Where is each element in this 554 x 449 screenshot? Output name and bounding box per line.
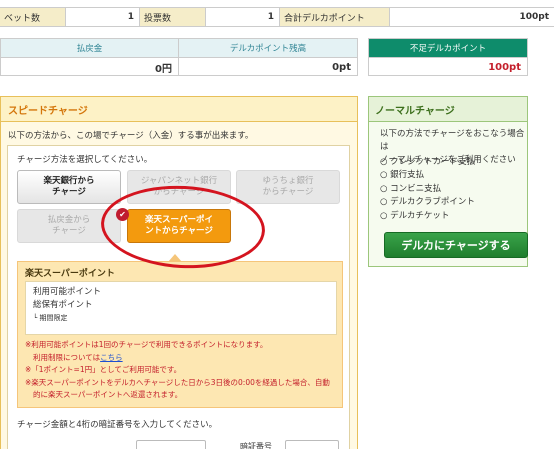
note-1: ※利用可能ポイントは1回のチャージで利用できるポイントになります。 bbox=[25, 340, 268, 349]
list-item: クレジットカード支払 bbox=[380, 156, 475, 169]
charge-amount-input[interactable] bbox=[136, 440, 206, 449]
normal-charge-panel: ノーマルチャージ 以下の方法でチャージをおこなう場合は ノーマルチャージをご利用… bbox=[368, 96, 528, 267]
normal-method-list: クレジットカード支払 銀行支払 コンビニ支払 デルカクラブポイント デルカチケッ… bbox=[380, 156, 475, 223]
amount-instruction: チャージ金額と4桁の暗証番号を入力してください。 bbox=[17, 420, 218, 430]
note-3: ※「1ポイント=1円」としてご利用可能です。 bbox=[25, 365, 182, 375]
rakuten-bank-charge-button[interactable]: 楽天銀行から チャージ bbox=[17, 170, 121, 204]
total-points-label: 合計デルカポイント bbox=[280, 8, 390, 26]
list-item: デルカチケット bbox=[380, 210, 475, 223]
total-held-points-label: 総保有ポイント bbox=[33, 300, 93, 310]
total-points-value: 100pt bbox=[519, 12, 549, 22]
summary-row: ベット数 1 投票数 1 合計デルカポイント 100pt bbox=[0, 7, 554, 27]
normal-desc-line-1: 以下の方法でチャージをおこなう場合は bbox=[380, 129, 525, 152]
normal-charge-title: ノーマルチャージ bbox=[369, 97, 527, 122]
refund-label: 払戻金 bbox=[1, 39, 178, 57]
point-info-box: 利用可能ポイント 総保有ポイント └ 期間限定 bbox=[25, 281, 337, 335]
note-5: 的に楽天スーパーポイントへ返還されます。 bbox=[33, 390, 183, 400]
limited-points-label: └ 期間限定 bbox=[33, 314, 68, 322]
restriction-link[interactable]: こちら bbox=[100, 353, 123, 362]
available-points-label: 利用可能ポイント bbox=[33, 287, 102, 297]
speed-charge-title: スピードチャージ bbox=[1, 97, 357, 122]
shortage-label: 不足デルカポイント bbox=[369, 39, 527, 57]
shortage-panel: 不足デルカポイント 100pt bbox=[368, 38, 528, 76]
list-item: 銀行支払 bbox=[380, 169, 475, 182]
rakuten-point-details: 楽天スーパーポイント 利用可能ポイント 総保有ポイント └ 期間限定 ※利用可能… bbox=[17, 261, 343, 408]
delca-charge-button[interactable]: デルカにチャージする bbox=[384, 232, 528, 258]
yucho-bank-charge-button[interactable]: ゆうちょ銀行 からチャージ bbox=[236, 170, 340, 204]
pin-label: 暗証番号 bbox=[240, 442, 272, 449]
notes: ※利用可能ポイントは1回のチャージで利用できるポイントになります。 利用制限につ… bbox=[25, 339, 339, 402]
shortage-value: 100pt bbox=[369, 57, 527, 76]
remaining-label: デルカポイント残高 bbox=[179, 39, 357, 57]
bet-count-label: ベット数 bbox=[0, 8, 66, 26]
refund-panel: 払戻金 0円 bbox=[0, 38, 179, 76]
vote-count-label: 投票数 bbox=[140, 8, 206, 26]
pin-input[interactable] bbox=[285, 440, 339, 449]
list-item: コンビニ支払 bbox=[380, 183, 475, 196]
choose-method-text: チャージ方法を選択してください。 bbox=[17, 155, 153, 165]
note-4: ※楽天スーパーポイントをデルカへチャージした日から3日後の0:00を経過した場合… bbox=[25, 377, 330, 387]
list-item: デルカクラブポイント bbox=[380, 196, 475, 209]
vote-count-value: 1 bbox=[206, 8, 280, 26]
refund-value: 0円 bbox=[1, 57, 178, 76]
note-2: 利用制限については bbox=[33, 352, 101, 362]
remaining-panel: デルカポイント残高 0pt bbox=[179, 38, 358, 76]
remaining-value: 0pt bbox=[179, 57, 357, 76]
bet-count-value: 1 bbox=[66, 8, 140, 26]
speed-charge-description: 以下の方法から、この場でチャージ（入金）する事が出来ます。 bbox=[8, 131, 254, 141]
